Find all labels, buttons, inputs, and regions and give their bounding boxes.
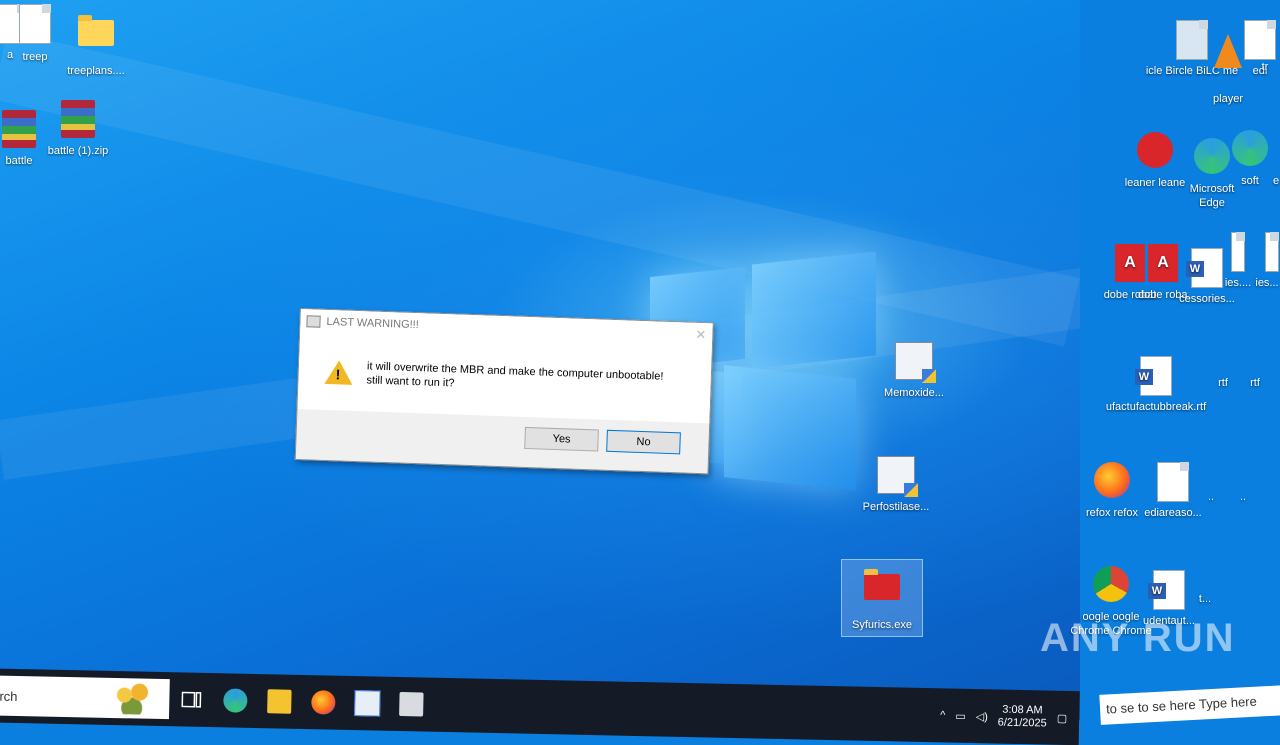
warning-dialog: LAST WARNING!!! ✕ ! it will overwrite th… <box>294 308 714 475</box>
firefox-icon <box>1094 462 1130 498</box>
search-highlight-image <box>109 681 160 715</box>
taskbar-app-button[interactable] <box>345 681 390 726</box>
dialog-body: ! it will overwrite the MBR and make the… <box>297 333 712 424</box>
warning-icon: ! <box>324 359 354 385</box>
desktop-icon-t[interactable]: t... <box>1190 592 1220 606</box>
winrar-icon <box>61 100 95 138</box>
app-window-icon <box>306 315 321 328</box>
edit-icon <box>1244 20 1276 60</box>
no-button[interactable]: No <box>606 429 681 455</box>
red-folder-exe-icon <box>864 569 900 600</box>
search-input[interactable]: rch <box>0 688 18 703</box>
word-icon: W <box>1148 570 1185 610</box>
app-icon <box>354 690 381 717</box>
edge-icon <box>1232 130 1268 166</box>
dialog-title: LAST WARNING!!! <box>326 315 419 332</box>
setup-icon <box>877 456 918 497</box>
edge-icon <box>1194 138 1230 174</box>
firefox-icon <box>311 690 336 715</box>
desktop-icon-rtf-2[interactable]: rtf <box>1240 376 1270 390</box>
desktop-icon-treeplans[interactable]: treeplans.... <box>56 10 136 78</box>
desktop-icon-ies-2[interactable]: ies... <box>1252 232 1280 290</box>
here-fragment: here <box>1169 696 1197 714</box>
folder-icon <box>78 15 114 46</box>
document-icon <box>1265 232 1279 272</box>
desktop-icon-edge-3[interactable]: e <box>1266 130 1280 188</box>
desktop-icon-dots-2[interactable]: .. <box>1228 490 1258 504</box>
app2-icon <box>399 692 424 717</box>
task-view-icon <box>181 691 202 708</box>
word-icon: W <box>1135 356 1172 396</box>
desktop-icon-perfostilase[interactable]: Perfostilase... <box>856 456 936 514</box>
vlc-icon <box>1214 34 1242 68</box>
desktop-icon-rtf[interactable]: rtf <box>1208 376 1238 390</box>
desktop-icon-battle-zip[interactable]: battle (1).zip <box>38 100 118 158</box>
volume-icon[interactable]: ◁) <box>976 710 988 723</box>
winrar-icon <box>2 110 36 148</box>
close-icon[interactable]: ✕ <box>695 327 706 343</box>
desktop-icon-tr[interactable]: tr <box>1250 60 1280 74</box>
search-fragment: to se to se <box>1105 698 1167 717</box>
task-view-button[interactable] <box>169 677 214 722</box>
taskbar-firefox-button[interactable] <box>301 680 346 725</box>
desktop-icon-manufacture[interactable]: W ufactufactubbreak.rtf <box>1096 356 1216 414</box>
installer-icon <box>895 342 936 383</box>
image-icon <box>1157 462 1189 502</box>
taskbar-edge-button[interactable] <box>213 678 258 723</box>
network-icon[interactable]: ▭ <box>955 709 966 722</box>
clock-time: 3:08 AM <box>1002 703 1043 717</box>
yes-button[interactable]: Yes <box>524 426 599 452</box>
system-tray: ^ ▭ ◁) 3:08 AM 6/21/2025 ▢ <box>940 702 1080 731</box>
clock[interactable]: 3:08 AM 6/21/2025 <box>998 704 1047 731</box>
edge-icon <box>223 688 248 713</box>
desktop-icon-dots[interactable]: .. <box>1196 490 1226 504</box>
dialog-message: it will overwrite the MBR and make the c… <box>366 360 664 390</box>
anyrun-watermark: ANY RUN <box>1040 616 1236 660</box>
desktop-icon-memoxide[interactable]: Memoxide... <box>874 342 954 400</box>
desktop-icon-syfurics[interactable]: Syfurics.exe <box>841 559 923 637</box>
desktop-icon-edge-2[interactable]: soft <box>1230 130 1270 188</box>
document-icon <box>19 4 51 44</box>
windows-logo-pane <box>724 365 856 491</box>
document-icon <box>1231 232 1245 272</box>
ccleaner-icon <box>1137 132 1173 168</box>
right-desktop-strip: icle Bircle BiLC me player edi tr leaner… <box>1070 0 1280 720</box>
taskbar-explorer-button[interactable] <box>257 679 302 724</box>
file-explorer-icon <box>267 689 292 714</box>
search-box[interactable]: rch <box>0 674 170 720</box>
type-here-text: Type here <box>1198 693 1258 712</box>
notification-icon[interactable]: ▢ <box>1057 711 1068 724</box>
windows-logo-pane <box>752 251 876 369</box>
clock-date: 6/21/2025 <box>997 716 1047 730</box>
